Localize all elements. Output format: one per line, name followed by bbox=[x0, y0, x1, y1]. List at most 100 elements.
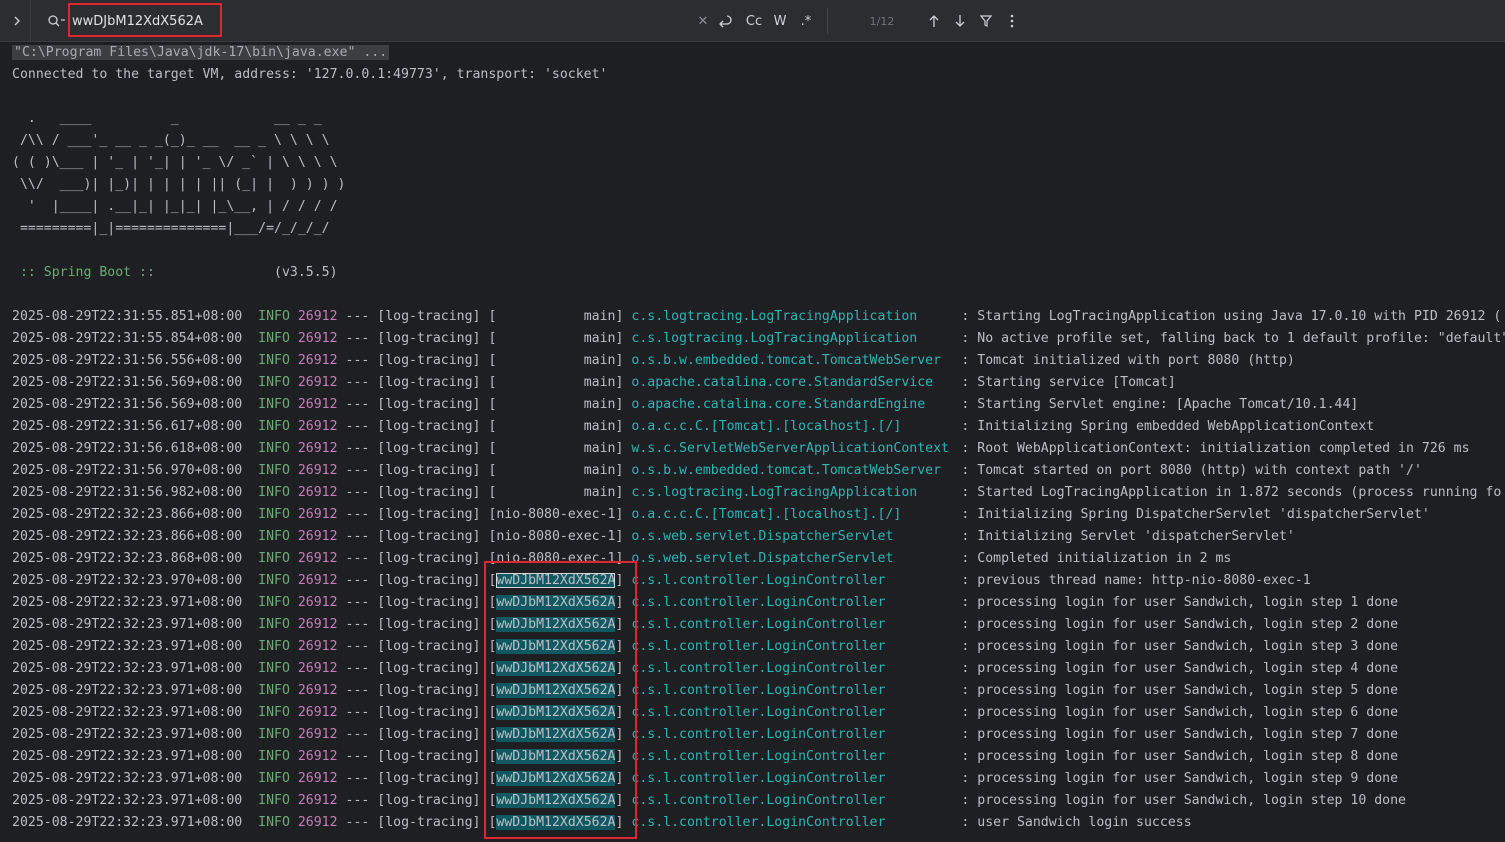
log-pid: 26912 bbox=[297, 661, 338, 676]
log-thread-search-match: wwDJbM12XdX562A bbox=[496, 617, 616, 632]
log-timestamp: 2025-08-29T22:31:56.982+08:00 bbox=[12, 485, 243, 500]
new-line-toggle-icon[interactable] bbox=[713, 0, 737, 42]
filter-icon[interactable] bbox=[975, 0, 997, 42]
case-sensitive-toggle[interactable]: Cc bbox=[742, 0, 766, 42]
log-pid: 26912 bbox=[297, 551, 338, 566]
previous-match-icon[interactable] bbox=[923, 0, 945, 42]
log-level: INFO bbox=[258, 419, 290, 434]
log-line: 2025-08-29T22:32:23.971+08:00 INFO 26912… bbox=[12, 724, 1398, 746]
regex-toggle[interactable]: .* bbox=[794, 0, 818, 42]
log-logger[interactable]: c.s.l.controller.LoginController bbox=[631, 768, 961, 790]
log-app-name: [log-tracing] bbox=[377, 793, 481, 808]
log-level: INFO bbox=[258, 507, 290, 522]
log-app-name: [log-tracing] bbox=[377, 683, 481, 698]
log-message: Completed initialization in 2 ms bbox=[977, 551, 1232, 566]
log-message: processing login for user Sandwich, logi… bbox=[977, 771, 1399, 786]
log-app-name: [log-tracing] bbox=[377, 529, 481, 544]
log-pid: 26912 bbox=[297, 639, 338, 654]
log-app-name: [log-tracing] bbox=[377, 727, 481, 742]
log-timestamp: 2025-08-29T22:32:23.971+08:00 bbox=[12, 661, 243, 676]
log-logger[interactable]: c.s.l.controller.LoginController bbox=[631, 592, 961, 614]
log-pid: 26912 bbox=[297, 507, 338, 522]
log-timestamp: 2025-08-29T22:32:23.971+08:00 bbox=[12, 815, 243, 830]
log-logger[interactable]: o.a.c.c.C.[Tomcat].[localhost].[/] bbox=[631, 504, 961, 526]
log-logger[interactable]: c.s.l.controller.LoginController bbox=[631, 658, 961, 680]
log-pid: 26912 bbox=[297, 793, 338, 808]
log-logger[interactable]: c.s.l.controller.LoginController bbox=[631, 680, 961, 702]
log-logger[interactable]: o.s.web.servlet.DispatcherServlet bbox=[631, 548, 961, 570]
log-message: processing login for user Sandwich, logi… bbox=[977, 705, 1399, 720]
log-logger[interactable]: c.s.logtracing.LogTracingApplication bbox=[631, 482, 961, 504]
log-level: INFO bbox=[258, 595, 290, 610]
log-logger[interactable]: c.s.l.controller.LoginController bbox=[631, 812, 961, 834]
match-count: 1/12 bbox=[869, 14, 895, 28]
log-timestamp: 2025-08-29T22:31:56.970+08:00 bbox=[12, 463, 243, 478]
log-logger[interactable]: c.s.l.controller.LoginController bbox=[631, 724, 961, 746]
log-line: 2025-08-29T22:32:23.971+08:00 INFO 26912… bbox=[12, 746, 1398, 768]
log-logger[interactable]: c.s.logtracing.LogTracingApplication bbox=[631, 306, 961, 328]
log-thread-search-match: wwDJbM12XdX562A bbox=[496, 749, 616, 764]
log-line: 2025-08-29T22:31:55.854+08:00 INFO 26912… bbox=[12, 328, 1505, 350]
log-pid: 26912 bbox=[297, 683, 338, 698]
log-app-name: [log-tracing] bbox=[377, 485, 481, 500]
log-line: 2025-08-29T22:32:23.971+08:00 INFO 26912… bbox=[12, 790, 1406, 812]
log-message: Initializing Spring embedded WebApplicat… bbox=[977, 419, 1375, 434]
log-level: INFO bbox=[258, 683, 290, 698]
log-logger[interactable]: o.s.b.w.embedded.tomcat.TomcatWebServer bbox=[631, 460, 961, 482]
log-logger[interactable]: c.s.l.controller.LoginController bbox=[631, 570, 961, 592]
clear-search-icon[interactable]: ✕ bbox=[694, 0, 712, 42]
console-output[interactable]: "C:\Program Files\Java\jdk-17\bin\java.e… bbox=[0, 42, 1505, 842]
log-timestamp: 2025-08-29T22:32:23.866+08:00 bbox=[12, 529, 243, 544]
log-app-name: [log-tracing] bbox=[377, 331, 481, 346]
log-logger[interactable]: o.apache.catalina.core.StandardEngine bbox=[631, 394, 961, 416]
log-logger[interactable]: c.s.l.controller.LoginController bbox=[631, 746, 961, 768]
log-logger[interactable]: c.s.logtracing.LogTracingApplication bbox=[631, 328, 961, 350]
log-message: processing login for user Sandwich, logi… bbox=[977, 727, 1399, 742]
log-logger[interactable]: c.s.l.controller.LoginController bbox=[631, 636, 961, 658]
log-thread: nio-8080-exec-1 bbox=[496, 507, 616, 522]
log-timestamp: 2025-08-29T22:32:23.971+08:00 bbox=[12, 639, 243, 654]
log-line: 2025-08-29T22:32:23.971+08:00 INFO 26912… bbox=[12, 592, 1398, 614]
log-app-name: [log-tracing] bbox=[377, 573, 481, 588]
search-history-icon[interactable] bbox=[44, 0, 70, 42]
log-message: previous thread name: http-nio-8080-exec… bbox=[977, 573, 1311, 588]
ascii-banner-line: ' |____| .__|_| |_|_| |_\__, | / / / / bbox=[12, 199, 338, 214]
log-thread: main bbox=[496, 397, 616, 412]
log-logger[interactable]: w.s.c.ServletWebServerApplicationContext bbox=[631, 438, 961, 460]
log-app-name: [log-tracing] bbox=[377, 749, 481, 764]
log-timestamp: 2025-08-29T22:32:23.971+08:00 bbox=[12, 683, 243, 698]
expand-replace-icon[interactable] bbox=[8, 0, 26, 42]
log-logger[interactable]: c.s.l.controller.LoginController bbox=[631, 614, 961, 636]
log-message: processing login for user Sandwich, logi… bbox=[977, 749, 1399, 764]
log-timestamp: 2025-08-29T22:32:23.971+08:00 bbox=[12, 771, 243, 786]
log-logger[interactable]: o.apache.catalina.core.StandardService bbox=[631, 372, 961, 394]
log-line: 2025-08-29T22:32:23.971+08:00 INFO 26912… bbox=[12, 812, 1192, 834]
search-input[interactable]: wwDJbM12XdX562A bbox=[72, 0, 272, 42]
next-match-icon[interactable] bbox=[949, 0, 971, 42]
log-logger[interactable]: o.s.b.w.embedded.tomcat.TomcatWebServer bbox=[631, 350, 961, 372]
log-thread-search-match: wwDJbM12XdX562A bbox=[496, 815, 616, 830]
ascii-banner-line: \\/ ___)| |_)| | | | | || (_| | ) ) ) ) bbox=[12, 177, 346, 192]
log-logger[interactable]: o.a.c.c.C.[Tomcat].[localhost].[/] bbox=[631, 416, 961, 438]
log-message: Tomcat initialized with port 8080 (http) bbox=[977, 353, 1295, 368]
log-message: Started LogTracingApplication in 1.872 s… bbox=[977, 485, 1502, 500]
log-thread-search-match: wwDJbM12XdX562A bbox=[496, 661, 616, 676]
log-logger[interactable]: o.s.web.servlet.DispatcherServlet bbox=[631, 526, 961, 548]
log-thread-search-match: wwDJbM12XdX562A bbox=[496, 683, 616, 698]
log-line: 2025-08-29T22:31:56.556+08:00 INFO 26912… bbox=[12, 350, 1295, 372]
log-logger[interactable]: c.s.l.controller.LoginController bbox=[631, 790, 961, 812]
whole-words-toggle[interactable]: W bbox=[768, 0, 792, 42]
log-message: processing login for user Sandwich, logi… bbox=[977, 595, 1399, 610]
ascii-banner-line: =========|_|==============|___/=/_/_/_/ bbox=[12, 221, 330, 236]
java-command-line: "C:\Program Files\Java\jdk-17\bin\java.e… bbox=[12, 42, 390, 64]
log-logger[interactable]: c.s.l.controller.LoginController bbox=[631, 702, 961, 724]
log-timestamp: 2025-08-29T22:31:56.569+08:00 bbox=[12, 375, 243, 390]
log-line: 2025-08-29T22:32:23.971+08:00 INFO 26912… bbox=[12, 680, 1398, 702]
log-thread-search-match: wwDJbM12XdX562A bbox=[496, 727, 616, 742]
log-line: 2025-08-29T22:31:55.851+08:00 INFO 26912… bbox=[12, 306, 1501, 328]
log-level: INFO bbox=[258, 397, 290, 412]
java-command: "C:\Program Files\Java\jdk-17\bin\java.e… bbox=[12, 45, 390, 60]
log-thread-search-match: wwDJbM12XdX562A bbox=[496, 793, 616, 808]
more-options-icon[interactable] bbox=[1001, 0, 1023, 42]
log-level: INFO bbox=[258, 815, 290, 830]
